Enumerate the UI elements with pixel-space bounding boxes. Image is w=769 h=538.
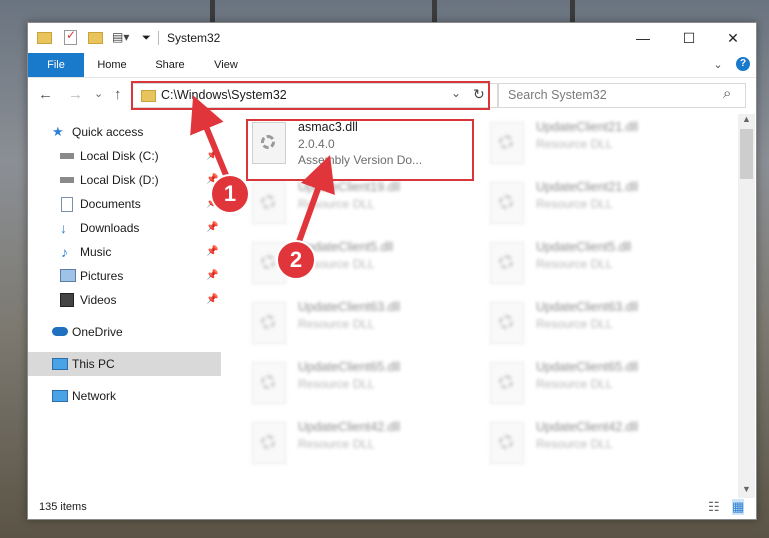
- step-1-badge: 1: [210, 174, 250, 214]
- step-2-badge: 2: [276, 240, 316, 280]
- arrow-1: [190, 95, 231, 182]
- annotation-arrows: [190, 95, 335, 252]
- arrow-2: [293, 155, 335, 252]
